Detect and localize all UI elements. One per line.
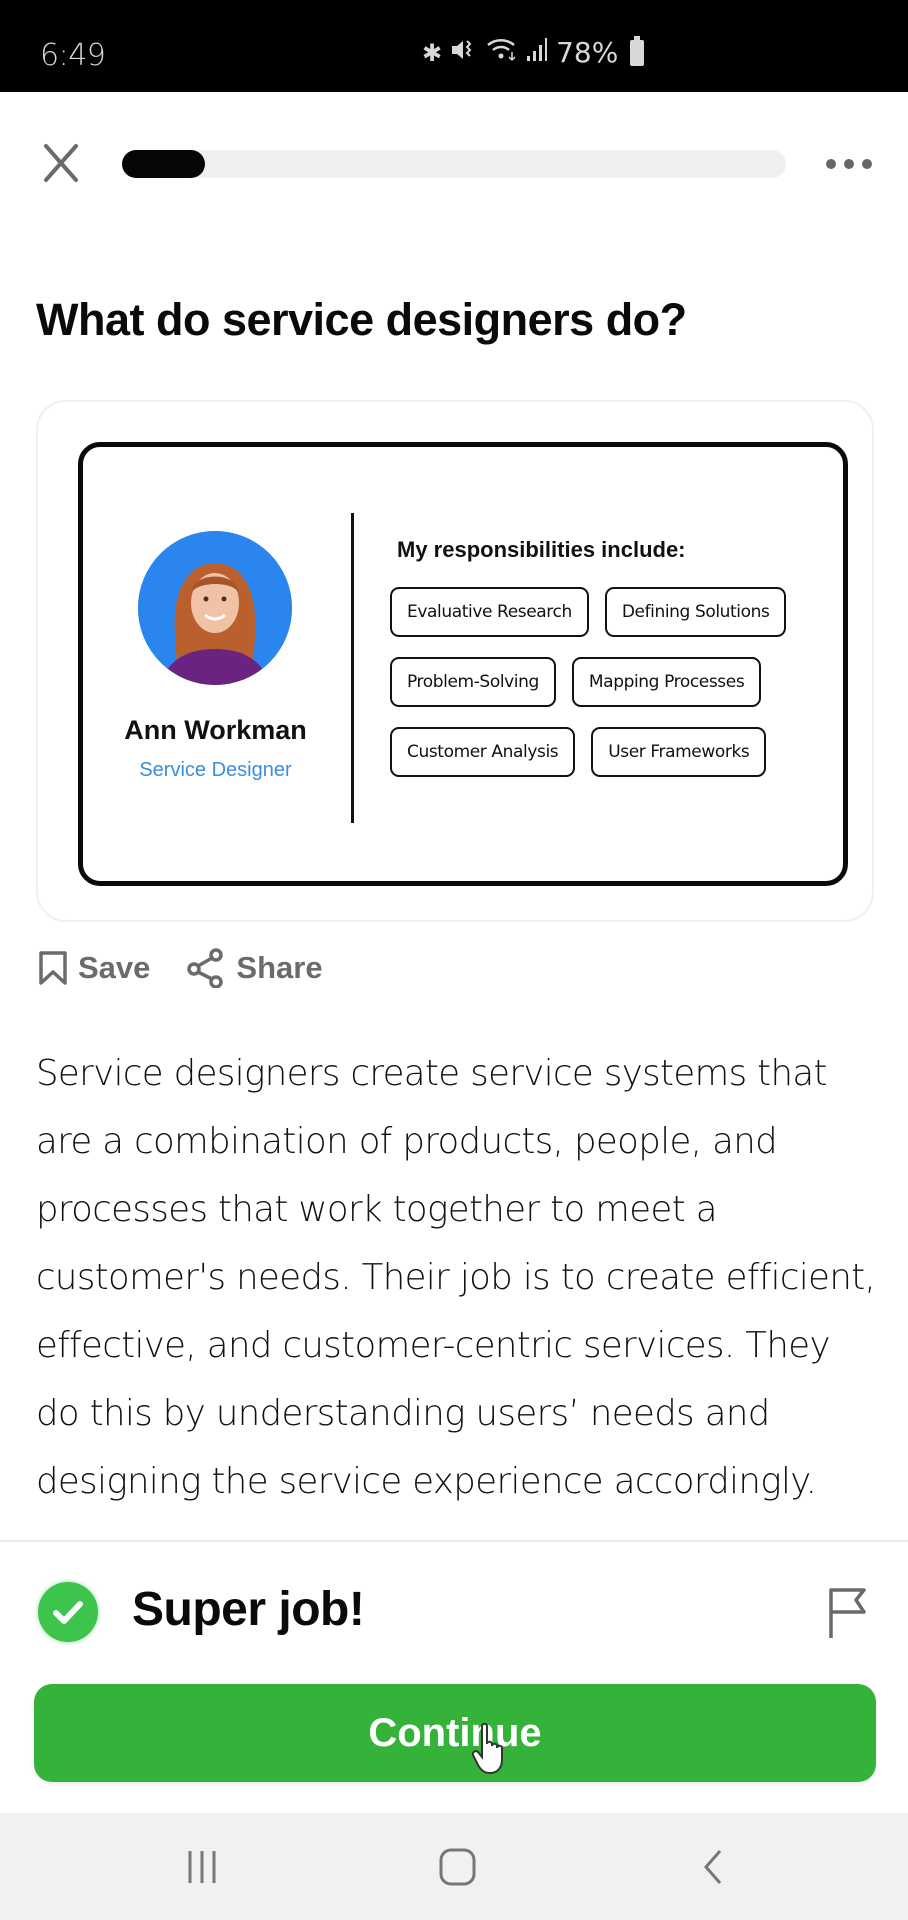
avatar bbox=[138, 531, 292, 685]
share-label: Share bbox=[236, 950, 323, 985]
recent-apps-icon bbox=[188, 1851, 216, 1883]
more-options-button[interactable] bbox=[826, 152, 872, 176]
continue-button[interactable]: Continue bbox=[34, 1684, 876, 1782]
status-time: 6:49 bbox=[40, 38, 106, 73]
status-bar: 6:49 ✱ 78% bbox=[0, 0, 908, 92]
wifi-icon bbox=[486, 36, 518, 69]
more-horizontal-icon-dot bbox=[844, 159, 854, 169]
person-photo-icon bbox=[138, 531, 292, 685]
responsibilities-title: My responsibilities include: bbox=[397, 537, 686, 562]
more-horizontal-icon-dot bbox=[862, 159, 872, 169]
more-horizontal-icon-dot bbox=[826, 159, 836, 169]
close-button[interactable] bbox=[36, 138, 86, 188]
hand-cursor-icon bbox=[470, 1722, 512, 1776]
chip-row: Problem-Solving Mapping Processes bbox=[390, 657, 820, 707]
profile-section: Ann Workman Service Designer bbox=[83, 447, 348, 881]
home-button[interactable] bbox=[438, 1847, 478, 1887]
responsibility-chip: Problem-Solving bbox=[390, 657, 556, 707]
back-button[interactable] bbox=[698, 1847, 728, 1887]
responsibility-chip: User Frameworks bbox=[591, 727, 767, 777]
system-nav-bar bbox=[0, 1813, 908, 1920]
profile-frame: Ann Workman Service Designer My responsi… bbox=[78, 442, 848, 886]
battery-percent: 78% bbox=[556, 36, 619, 69]
report-flag-button[interactable] bbox=[826, 1586, 870, 1640]
recent-apps-button[interactable] bbox=[184, 1847, 220, 1887]
flag-icon bbox=[829, 1588, 866, 1638]
page-title: What do service designers do? bbox=[36, 294, 687, 345]
feedback-panel: Super job! Continue bbox=[0, 1540, 908, 1813]
save-label: Save bbox=[78, 950, 151, 985]
signal-icon bbox=[526, 36, 548, 69]
bookmark-icon bbox=[39, 951, 67, 985]
bluetooth-icon: ✱ bbox=[422, 38, 443, 67]
share-button[interactable]: Share bbox=[186, 948, 323, 988]
responsibility-chip: Mapping Processes bbox=[571, 657, 762, 707]
responsibility-chip: Evaluative Research bbox=[390, 587, 589, 637]
save-button[interactable]: Save bbox=[38, 950, 150, 986]
vertical-divider bbox=[351, 513, 354, 823]
status-icons: ✱ 78% bbox=[422, 35, 645, 69]
lesson-progress-fill bbox=[122, 150, 205, 178]
person-role: Service Designer bbox=[139, 759, 292, 781]
battery-icon bbox=[630, 35, 645, 66]
content-actions: Save Share bbox=[38, 948, 359, 988]
mute-icon bbox=[450, 37, 478, 69]
person-name: Ann Workman bbox=[124, 715, 307, 745]
responsibility-chip: Defining Solutions bbox=[604, 587, 787, 637]
chip-row: Customer Analysis User Frameworks bbox=[390, 727, 820, 777]
feedback-title: Super job! bbox=[132, 1583, 365, 1636]
home-icon bbox=[439, 1848, 476, 1886]
responsibility-chip: Customer Analysis bbox=[390, 727, 576, 777]
responsibilities-list: Evaluative Research Defining Solutions P… bbox=[390, 587, 820, 797]
lesson-paragraph: Service designers create service systems… bbox=[36, 1053, 876, 1502]
lesson-progress-bar bbox=[122, 150, 786, 178]
back-icon bbox=[704, 1850, 722, 1884]
chip-row: Evaluative Research Defining Solutions bbox=[390, 587, 820, 637]
close-icon bbox=[44, 144, 78, 182]
share-icon bbox=[187, 948, 224, 988]
success-check-icon bbox=[38, 1582, 98, 1642]
illustration-card: Ann Workman Service Designer My responsi… bbox=[36, 400, 874, 922]
